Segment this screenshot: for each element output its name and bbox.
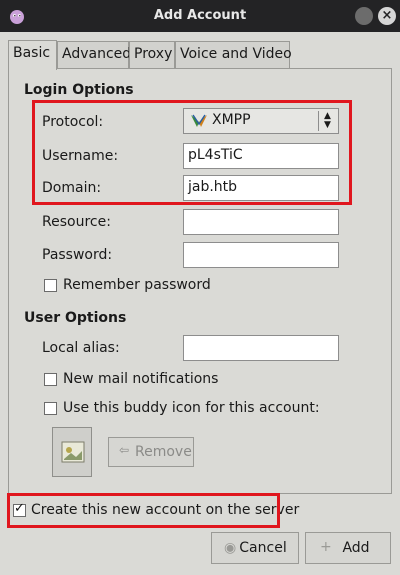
local-alias-field[interactable] bbox=[183, 335, 339, 361]
remove-icon: ⇦ bbox=[119, 443, 130, 457]
remember-password-checkbox[interactable] bbox=[44, 279, 57, 292]
highlight-create-on-server bbox=[7, 493, 280, 528]
user-options-title: User Options bbox=[24, 310, 127, 326]
close-icon[interactable]: × bbox=[378, 7, 396, 25]
resource-field[interactable] bbox=[183, 209, 339, 235]
tab-basic[interactable]: Basic bbox=[8, 40, 57, 70]
tab-voice-and-video[interactable]: Voice and Video bbox=[175, 41, 292, 69]
buddy-icon-checkbox[interactable] bbox=[44, 402, 57, 415]
new-mail-checkbox[interactable] bbox=[44, 373, 57, 386]
tab-advanced-label: Advanced bbox=[62, 46, 132, 62]
title-bar: Add Account × bbox=[0, 0, 400, 32]
password-label: Password: bbox=[42, 247, 113, 263]
tab-proxy[interactable]: Proxy bbox=[129, 41, 175, 69]
password-field[interactable] bbox=[183, 242, 339, 268]
new-mail-label[interactable]: New mail notifications bbox=[63, 371, 218, 387]
tab-proxy-label: Proxy bbox=[134, 46, 173, 62]
cancel-button[interactable]: ◉ Cancel bbox=[211, 532, 299, 564]
buddy-icon-placeholder bbox=[61, 441, 85, 463]
remove-label: Remove bbox=[135, 444, 192, 460]
highlight-login-fields bbox=[32, 100, 352, 205]
local-alias-label: Local alias: bbox=[42, 340, 120, 356]
resource-label: Resource: bbox=[42, 214, 111, 230]
remember-password-label[interactable]: Remember password bbox=[63, 277, 211, 293]
cancel-label: Cancel bbox=[239, 540, 287, 556]
add-button[interactable]: + Add bbox=[305, 532, 391, 564]
minimize-icon[interactable] bbox=[355, 7, 373, 25]
buddy-icon-button[interactable] bbox=[52, 427, 92, 477]
add-icon: + bbox=[320, 539, 332, 555]
tab-basic-label: Basic bbox=[13, 45, 51, 61]
cancel-icon: ◉ bbox=[224, 540, 237, 556]
window-title: Add Account bbox=[153, 8, 247, 23]
login-options-title: Login Options bbox=[24, 82, 134, 98]
remove-button[interactable]: ⇦ Remove bbox=[108, 437, 194, 467]
tab-voice-and-video-label: Voice and Video bbox=[180, 46, 292, 62]
tab-advanced[interactable]: Advanced bbox=[57, 41, 132, 69]
add-label: Add bbox=[342, 540, 370, 556]
buddy-icon-label[interactable]: Use this buddy icon for this account: bbox=[63, 400, 320, 416]
